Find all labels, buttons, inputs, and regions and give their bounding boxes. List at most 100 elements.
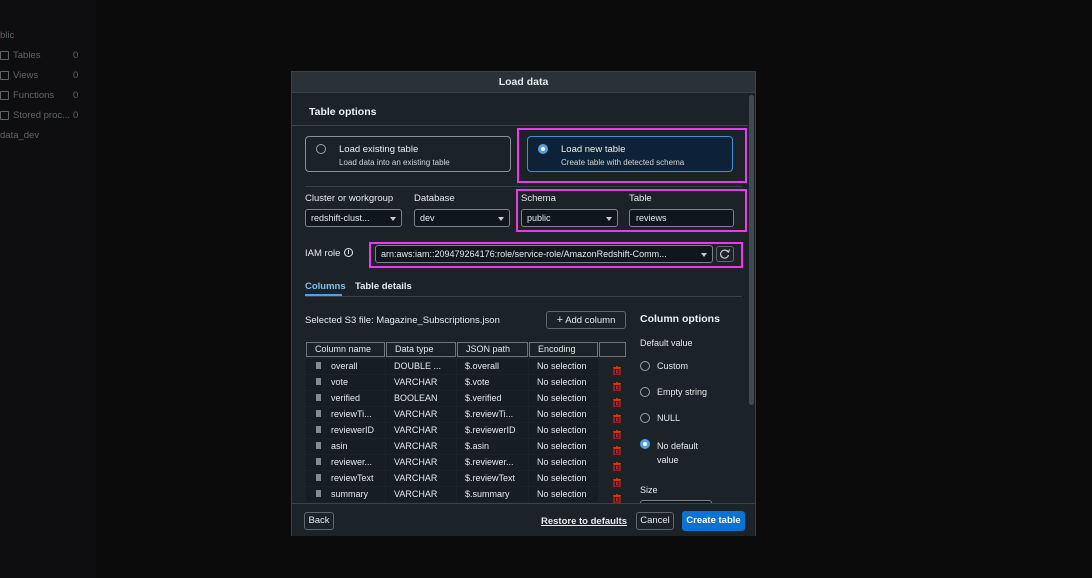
view-icon: [0, 70, 9, 80]
table-row[interactable]: verified BOOLEAN $.verified No selection: [306, 391, 626, 408]
json-path-input[interactable]: $.reviewText: [465, 471, 527, 486]
views-count: 0: [73, 70, 79, 81]
data-type-select[interactable]: VARCHAR: [394, 423, 454, 438]
data-type-select[interactable]: VARCHAR: [394, 471, 454, 486]
sidebar-item-stored-procedures[interactable]: Stored proc...: [0, 107, 70, 123]
sidebar-item-label: Functions: [13, 89, 55, 101]
radio-custom[interactable]: [640, 361, 650, 371]
procedures-count: 0: [73, 110, 79, 121]
encoding-select[interactable]: No selection: [537, 487, 597, 502]
scrollbar-thumb[interactable]: [749, 95, 754, 405]
radio-no-default-selected[interactable]: [640, 439, 650, 449]
encoding-select[interactable]: No selection: [537, 471, 597, 486]
tables-count: 0: [73, 50, 79, 61]
cluster-select[interactable]: redshift-clust...: [305, 209, 402, 227]
column-name-input[interactable]: summary: [331, 487, 383, 502]
json-path-input[interactable]: $.reviewTi...: [465, 407, 527, 422]
drag-handle-icon[interactable]: [316, 474, 321, 481]
json-path-input[interactable]: $.reviewer...: [465, 455, 527, 470]
encoding-select[interactable]: No selection: [537, 391, 597, 406]
data-type-select[interactable]: VARCHAR: [394, 407, 454, 422]
data-type-select[interactable]: VARCHAR: [394, 455, 454, 470]
tab-columns[interactable]: Columns: [305, 281, 346, 292]
sidebar-item-tables[interactable]: Tables: [0, 47, 40, 63]
trash-icon[interactable]: [613, 378, 621, 392]
sidebar-item-views[interactable]: Views: [0, 67, 38, 83]
json-path-input[interactable]: $.verified: [465, 391, 527, 406]
encoding-select[interactable]: No selection: [537, 407, 597, 422]
json-path-input[interactable]: $.reviewerID: [465, 423, 527, 438]
scrollbar[interactable]: [748, 93, 755, 503]
trash-icon[interactable]: [613, 394, 621, 408]
trash-icon[interactable]: [613, 426, 621, 440]
radio-empty-string[interactable]: [640, 387, 650, 397]
column-name-input[interactable]: reviewerID: [331, 423, 383, 438]
database-select[interactable]: dev: [414, 209, 510, 227]
data-type-select[interactable]: DOUBLE ...: [394, 359, 454, 374]
header-json-path[interactable]: JSON path: [457, 342, 528, 357]
drag-handle-icon[interactable]: [316, 378, 321, 385]
drag-handle-icon[interactable]: [316, 458, 321, 465]
radio-button[interactable]: [316, 144, 326, 154]
tab-table-details[interactable]: Table details: [355, 281, 412, 292]
create-table-button[interactable]: Create table: [682, 511, 745, 531]
database-label: Database: [414, 193, 455, 204]
table-row[interactable]: vote VARCHAR $.vote No selection: [306, 375, 626, 392]
cluster-value: redshift-clust...: [311, 213, 370, 223]
column-name-input[interactable]: vote: [331, 375, 383, 390]
trash-icon[interactable]: [613, 458, 621, 472]
header-encoding[interactable]: Encoding: [529, 342, 598, 357]
column-name-input[interactable]: overall: [331, 359, 383, 374]
sidebar-item-functions[interactable]: Functions: [0, 87, 54, 103]
json-path-input[interactable]: $.vote: [465, 375, 527, 390]
table-row[interactable]: asin VARCHAR $.asin No selection: [306, 439, 626, 456]
restore-defaults-link[interactable]: Restore to defaults: [541, 516, 627, 527]
load-existing-table-option[interactable]: Load existing table Load data into an ex…: [305, 136, 511, 172]
sidebar-item-data-dev[interactable]: data_dev: [0, 127, 39, 143]
encoding-select[interactable]: No selection: [537, 439, 597, 454]
header-data-type[interactable]: Data type: [386, 342, 456, 357]
json-path-input[interactable]: $.overall: [465, 359, 527, 374]
json-path-input[interactable]: $.asin: [465, 439, 527, 454]
table-row[interactable]: overall DOUBLE ... $.overall No selection: [306, 359, 626, 376]
trash-icon[interactable]: [613, 442, 621, 456]
encoding-select[interactable]: No selection: [537, 359, 597, 374]
table-row[interactable]: reviewTi... VARCHAR $.reviewTi... No select…: [306, 407, 626, 424]
column-name-input[interactable]: verified: [331, 391, 383, 406]
radio-null[interactable]: [640, 413, 650, 423]
trash-icon[interactable]: [613, 474, 621, 488]
trash-icon[interactable]: [613, 362, 621, 376]
drag-handle-icon[interactable]: [316, 410, 321, 417]
encoding-select[interactable]: No selection: [537, 423, 597, 438]
encoding-select[interactable]: No selection: [537, 375, 597, 390]
data-type-select[interactable]: VARCHAR: [394, 375, 454, 390]
drag-handle-icon[interactable]: [316, 426, 321, 433]
data-type-select[interactable]: VARCHAR: [394, 439, 454, 454]
column-name-input[interactable]: reviewer...: [331, 455, 383, 470]
table-row[interactable]: reviewText VARCHAR $.reviewText No selectio…: [306, 471, 626, 488]
table-row[interactable]: reviewerID VARCHAR $.reviewerID No selectio…: [306, 423, 626, 440]
encoding-select[interactable]: No selection: [537, 455, 597, 470]
procedure-icon: [0, 110, 9, 120]
info-icon[interactable]: i: [344, 248, 353, 257]
data-type-select[interactable]: VARCHAR: [394, 487, 454, 502]
cancel-button[interactable]: Cancel: [636, 512, 674, 530]
trash-icon[interactable]: [613, 490, 621, 503]
sidebar-item-public[interactable]: blic: [0, 27, 14, 43]
data-type-select[interactable]: BOOLEAN: [394, 391, 454, 406]
back-button[interactable]: Back: [304, 512, 334, 530]
header-column-name[interactable]: Column name: [306, 342, 385, 357]
table-row[interactable]: reviewer... VARCHAR $.reviewer... No select…: [306, 455, 626, 472]
drag-handle-icon[interactable]: [316, 394, 321, 401]
drag-handle-icon[interactable]: [316, 490, 321, 497]
column-name-input[interactable]: reviewTi...: [331, 407, 383, 422]
column-name-input[interactable]: asin: [331, 439, 383, 454]
drag-handle-icon[interactable]: [316, 362, 321, 369]
plus-icon: +: [556, 314, 564, 326]
column-name-input[interactable]: reviewText: [331, 471, 383, 486]
add-column-button[interactable]: + Add column: [546, 311, 626, 329]
json-path-input[interactable]: $.summary: [465, 487, 527, 502]
drag-handle-icon[interactable]: [316, 442, 321, 449]
trash-icon[interactable]: [613, 410, 621, 424]
table-row[interactable]: summary VARCHAR $.summary No selection: [306, 487, 626, 503]
